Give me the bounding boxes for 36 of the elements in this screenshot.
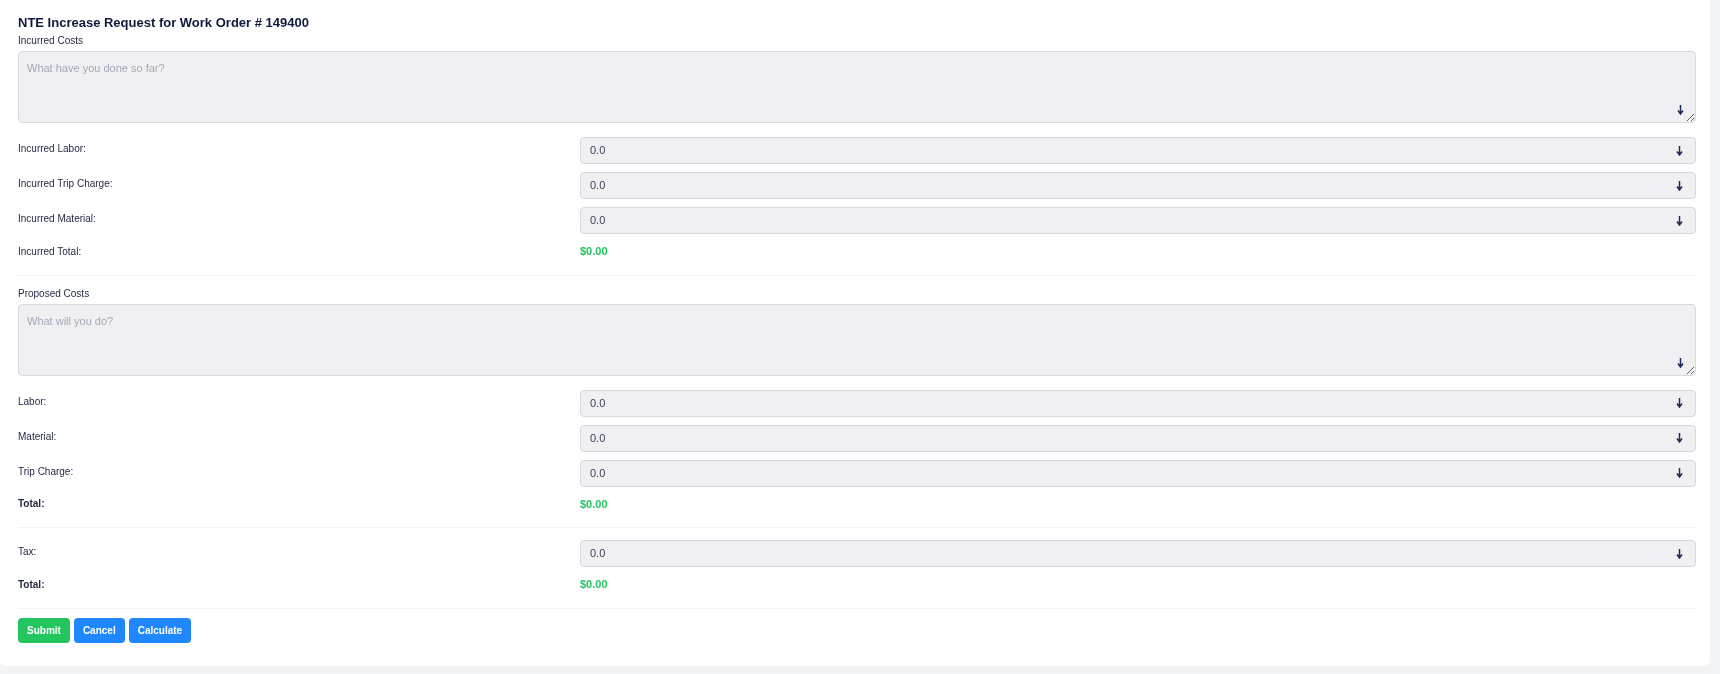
number-field[interactable]: 0.0 <box>580 137 1696 164</box>
total-amount: $0.00 <box>580 244 608 259</box>
down-arrow-icon <box>1676 433 1683 443</box>
field-label: Trip Charge: <box>18 464 75 479</box>
action-button[interactable]: Cancel <box>73 617 125 643</box>
down-arrow-icon <box>1677 357 1684 368</box>
total-label: Total: <box>18 497 46 512</box>
field-label: Incurred Labor: <box>18 142 87 156</box>
down-arrow-icon <box>1676 215 1683 226</box>
down-arrow-icon <box>1676 548 1683 559</box>
down-arrow-icon <box>1676 468 1683 478</box>
down-arrow-icon <box>1677 105 1684 115</box>
down-arrow-icon <box>1676 180 1683 191</box>
field-label: Incurred Material: <box>18 212 97 226</box>
form-title: NTE Increase Request for Work Order # 149400 <box>18 15 310 31</box>
field-label: Material: <box>18 429 58 444</box>
number-field[interactable]: 0.0 <box>580 459 1696 487</box>
field-label: Labor: <box>18 394 48 409</box>
number-field[interactable]: 0.0 <box>580 389 1696 417</box>
field-label: Tax: <box>18 545 38 559</box>
total-label: Total: <box>18 577 46 592</box>
text-area[interactable]: What will you do? <box>18 303 1696 376</box>
total-amount: $0.00 <box>580 577 608 592</box>
total-label: Incurred Total: <box>18 244 83 259</box>
number-field[interactable]: 0.0 <box>580 424 1696 452</box>
field-label: Incurred Trip Charge: <box>18 177 114 191</box>
action-button[interactable]: Calculate <box>128 617 192 643</box>
section-label: Proposed Costs <box>18 286 91 301</box>
number-field[interactable]: 0.0 <box>580 172 1696 199</box>
down-arrow-icon <box>1676 145 1683 156</box>
section-label: Incurred Costs <box>18 34 85 48</box>
total-amount: $0.00 <box>580 496 608 512</box>
down-arrow-icon <box>1676 398 1683 408</box>
number-field[interactable]: 0.0 <box>580 540 1696 567</box>
number-field[interactable]: 0.0 <box>580 207 1696 234</box>
text-area[interactable]: What have you done so far? <box>18 51 1696 123</box>
